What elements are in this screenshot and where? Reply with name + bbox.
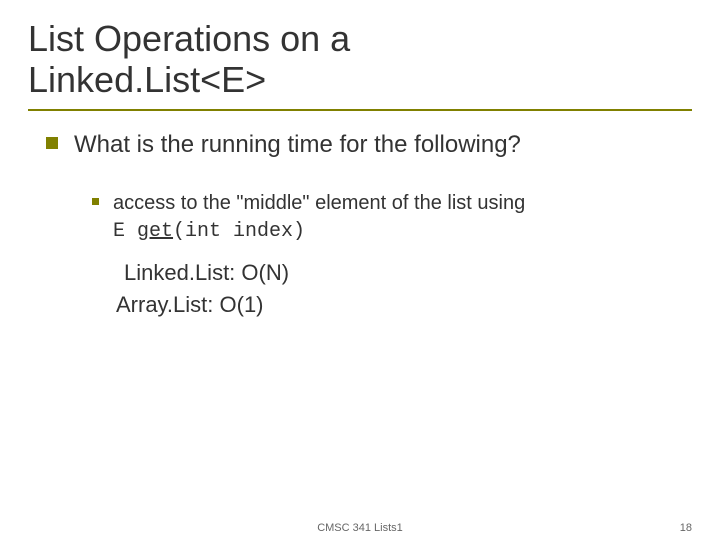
bullet-l1-text: What is the running time for the followi… <box>74 129 521 160</box>
answer-array-list: Array.List: O(1) <box>116 289 692 321</box>
l2-part1: access to the "middle" element of the li… <box>113 192 525 214</box>
bullet-level-2: access to the "middle" element of the li… <box>92 190 692 245</box>
answer-linked-list: Linked.List: O(N) <box>124 257 692 289</box>
code-prefix: E <box>113 220 137 243</box>
slide-title: List Operations on a Linked.List<E> <box>28 18 692 111</box>
bullet-l2-text: access to the "middle" element of the li… <box>113 190 525 245</box>
square-bullet-small-icon <box>92 198 99 205</box>
title-line-1: List Operations on a <box>28 18 350 59</box>
bullet-level-1: What is the running time for the followi… <box>46 129 692 160</box>
slide-body: What is the running time for the followi… <box>28 129 692 321</box>
level-2-group: access to the "middle" element of the li… <box>46 190 692 321</box>
footer-center-text: CMSC 341 Lists1 <box>317 522 403 534</box>
code-method: get <box>137 220 173 243</box>
l2-code: E get(int index) <box>113 220 305 243</box>
title-line-2: Linked.List<E> <box>28 59 266 100</box>
slide-number: 18 <box>680 522 692 534</box>
code-args: (int index) <box>173 220 305 243</box>
square-bullet-icon <box>46 137 58 149</box>
slide: List Operations on a Linked.List<E> What… <box>0 0 720 540</box>
answers-block: Linked.List: O(N) Array.List: O(1) <box>92 257 692 321</box>
